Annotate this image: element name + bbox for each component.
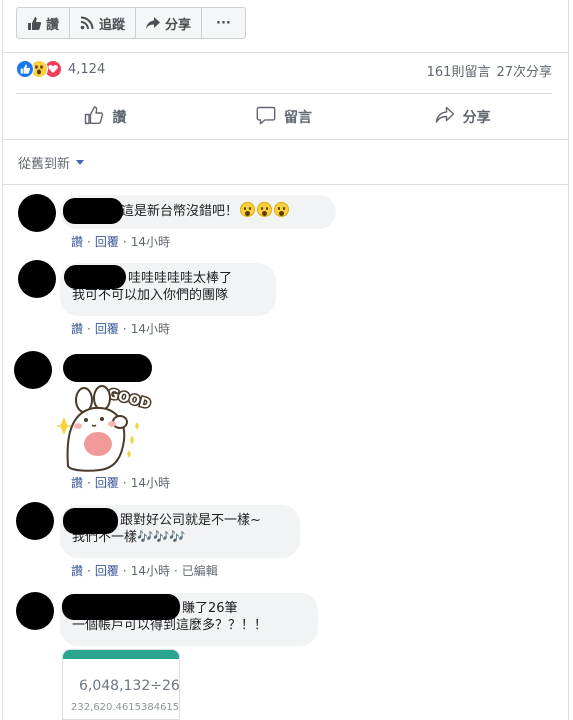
calculator-result: 232,620.46153846153 xyxy=(71,702,180,713)
comment-count-link[interactable]: 161則留言 xyxy=(427,61,491,80)
redacted-name xyxy=(63,198,123,224)
avatar[interactable] xyxy=(18,194,56,232)
redacted-name xyxy=(63,508,118,534)
divider xyxy=(3,184,568,185)
edited-label[interactable]: 已編輯 xyxy=(182,562,218,579)
comment-like-link[interactable]: 讚 xyxy=(71,233,83,250)
comment-like-link[interactable]: 讚 xyxy=(71,562,83,579)
caret-down-icon xyxy=(76,160,85,165)
divider xyxy=(3,52,568,53)
reactions-summary[interactable]: 4,124 xyxy=(16,60,105,78)
top-like-button[interactable]: 讚 xyxy=(17,8,71,38)
like-reaction-icon xyxy=(16,60,34,78)
wow-emoji-icon xyxy=(274,202,290,217)
comment-text: 這是新台幣沒錯吧！ xyxy=(121,204,239,219)
share-label: 分享 xyxy=(462,110,491,126)
comment-bubble-icon xyxy=(256,106,276,129)
comment-meta: 讚 · 回覆 · 14小時 · 已編輯 xyxy=(71,562,218,579)
comment-reply-link[interactable]: 回覆 xyxy=(95,562,119,579)
comment-meta: 讚 · 回覆 · 14小時 xyxy=(71,320,170,337)
rss-icon xyxy=(80,16,94,30)
wow-emoji-icon xyxy=(240,202,256,217)
music-notes-emoji: 🎶🎶🎶 xyxy=(137,530,186,545)
share-outline-icon xyxy=(435,106,455,128)
wow-emoji-icon xyxy=(257,202,273,217)
top-action-bar: 讚 追蹤 分享 ··· xyxy=(16,7,246,39)
thumbs-up-icon xyxy=(27,16,41,30)
comment-reply-link[interactable]: 回覆 xyxy=(95,320,119,337)
post-stats: 161則留言 27次分享 xyxy=(427,61,552,80)
facebook-post-comments: 讚 追蹤 分享 ··· 4,124 161則留言 27次分享 讚 留言 分享 從… xyxy=(0,0,573,720)
comment-label: 留言 xyxy=(284,110,312,126)
top-follow-label: 追蹤 xyxy=(99,17,126,33)
comment-reply-link[interactable]: 回覆 xyxy=(95,474,119,491)
redacted-name xyxy=(64,265,126,289)
left-border xyxy=(2,0,3,720)
attached-screenshot-image[interactable]: 6,048,132÷26 232,620.46153846153 xyxy=(62,649,180,720)
thumbs-up-outline-icon xyxy=(84,105,104,129)
sticker-caption: GOOD xyxy=(106,387,152,413)
comment-time[interactable]: 14小時 xyxy=(131,474,170,491)
share-button[interactable]: 分享 xyxy=(373,96,552,138)
reaction-count: 4,124 xyxy=(68,61,106,77)
avatar[interactable] xyxy=(14,351,52,389)
good-bunny-sticker: GOOD xyxy=(56,378,154,474)
more-icon: ··· xyxy=(216,15,231,31)
comment-reply-link[interactable]: 回覆 xyxy=(95,233,119,250)
comment-meta: 讚 · 回覆 · 14小時 xyxy=(71,474,170,491)
comment-button[interactable]: 留言 xyxy=(195,96,374,138)
share-arrow-icon xyxy=(146,16,161,30)
sort-label: 從舊到新 xyxy=(18,157,71,172)
post-action-row: 讚 留言 分享 xyxy=(16,96,552,138)
avatar[interactable] xyxy=(16,502,54,540)
redacted-name xyxy=(62,594,180,620)
comment-time[interactable]: 14小時 xyxy=(131,320,170,337)
more-options-button[interactable]: ··· xyxy=(202,8,245,38)
comment-time[interactable]: 14小時 xyxy=(131,233,170,250)
like-button[interactable]: 讚 xyxy=(16,96,195,138)
avatar[interactable] xyxy=(16,592,54,630)
comment-time[interactable]: 14小時 xyxy=(131,562,170,579)
divider xyxy=(3,139,568,140)
comment-meta: 讚 · 回覆 · 14小時 xyxy=(71,233,170,250)
comment-like-link[interactable]: 讚 xyxy=(71,474,83,491)
top-share-button[interactable]: 分享 xyxy=(136,8,203,38)
divider xyxy=(16,93,552,94)
right-border xyxy=(568,0,569,720)
share-count-link[interactable]: 27次分享 xyxy=(496,61,552,80)
avatar[interactable] xyxy=(18,260,56,298)
like-label: 讚 xyxy=(112,110,127,126)
phone-status-bar xyxy=(63,650,179,659)
comment-like-link[interactable]: 讚 xyxy=(71,320,83,337)
top-share-label: 分享 xyxy=(165,17,192,33)
top-like-label: 讚 xyxy=(46,17,60,33)
comment-text-line: 我可不可以加入你們的團隊 xyxy=(72,288,229,303)
top-follow-button[interactable]: 追蹤 xyxy=(70,8,137,38)
calculator-expression: 6,048,132÷26 xyxy=(79,678,180,694)
comment-sort-dropdown[interactable]: 從舊到新 xyxy=(18,153,85,172)
